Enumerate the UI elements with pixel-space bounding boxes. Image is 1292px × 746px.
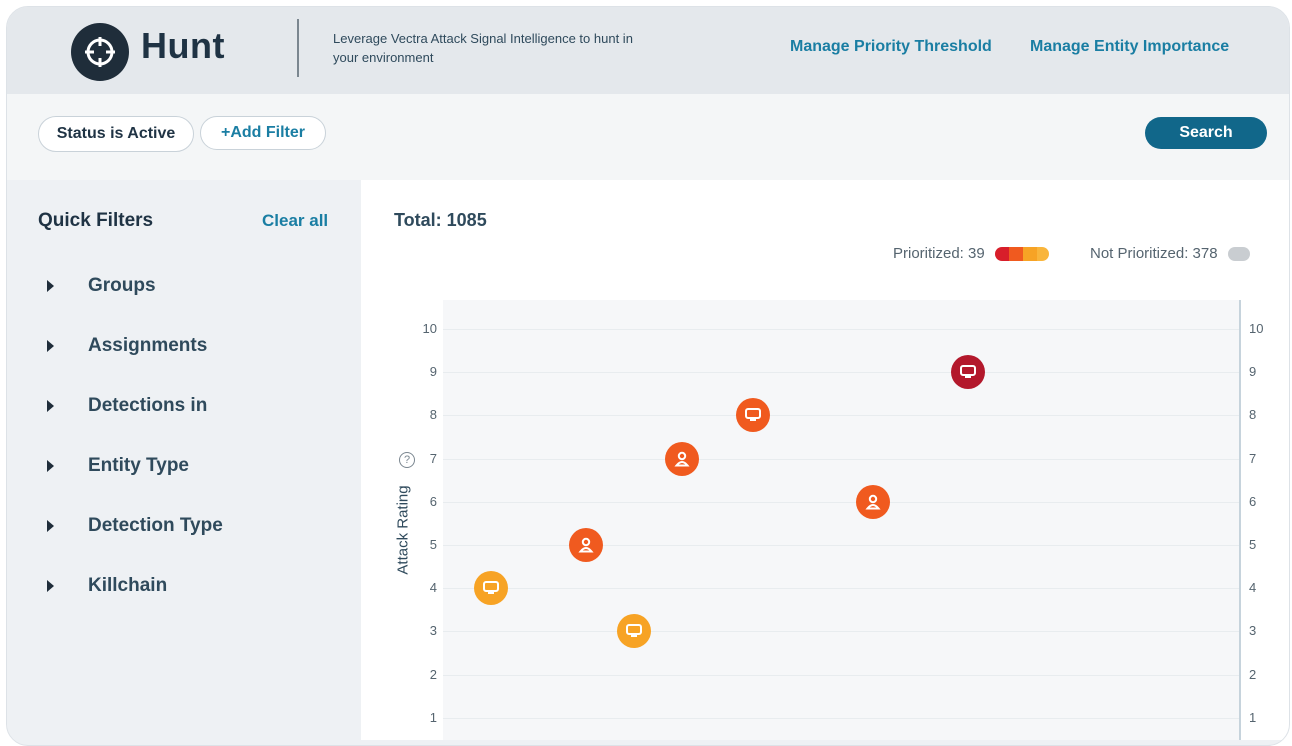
app-title: Hunt — [141, 25, 225, 66]
y-tick-label-right: 2 — [1249, 666, 1257, 682]
not-prioritized-color-swatch — [1227, 246, 1250, 261]
account-entity-point[interactable] — [855, 484, 890, 519]
user-icon — [578, 537, 594, 553]
quick-filter-label: Detections in — [88, 395, 208, 416]
y-tick-label-left: 8 — [429, 407, 437, 423]
header: Hunt Leverage Vectra Attack Signal Intel… — [7, 7, 1289, 94]
prioritized-color-swatch — [994, 246, 1049, 261]
y-tick-label-left: 1 — [429, 709, 437, 725]
grid-line — [443, 588, 1239, 590]
quick-filter-killchain[interactable]: Killchain — [47, 572, 167, 600]
grid-line — [443, 372, 1239, 374]
user-icon — [674, 451, 690, 467]
y-axis-label: Attack Rating — [394, 485, 412, 575]
y-tick-label-left: 2 — [429, 666, 437, 682]
add-filter-button[interactable]: +Add Filter — [200, 116, 326, 150]
monitor-icon — [626, 624, 643, 638]
legend-prioritized[interactable]: Prioritized: 39 — [893, 245, 1049, 262]
y-tick-label-right: 9 — [1249, 364, 1257, 380]
account-entity-point[interactable] — [569, 528, 604, 562]
monitor-icon — [960, 365, 977, 379]
host-entity-point[interactable] — [951, 355, 986, 390]
quick-filter-entity-type[interactable]: Entity Type — [47, 452, 189, 480]
grid-line — [443, 415, 1239, 417]
monitor-icon — [482, 581, 499, 595]
app-window: Hunt Leverage Vectra Attack Signal Intel… — [6, 6, 1290, 746]
y-tick-label-right: 10 — [1249, 321, 1264, 336]
status-filter-chip[interactable]: Status is Active — [38, 116, 194, 152]
host-entity-point[interactable] — [473, 571, 508, 606]
quick-filters-sidebar: Quick Filters Clear all Groups Assignmen… — [7, 180, 361, 740]
y-tick-label-right: 1 — [1249, 709, 1257, 725]
caret-right-icon — [47, 400, 54, 412]
y-tick-label-left: 9 — [429, 364, 437, 380]
crosshair-logo-icon — [71, 23, 129, 81]
legend-not-prioritized[interactable]: Not Prioritized: 378 — [1090, 245, 1250, 262]
grid-line — [443, 329, 1239, 330]
grid-line — [443, 631, 1239, 633]
y-tick-label-left: 10 — [422, 321, 437, 336]
y-tick-label-right: 5 — [1249, 537, 1257, 552]
clear-all-link[interactable]: Clear all — [262, 211, 328, 231]
quick-filter-assignments[interactable]: Assignments — [47, 332, 207, 360]
total-count: Total: 1085 — [394, 210, 487, 230]
grid-line — [443, 501, 1239, 503]
grid-line — [443, 458, 1239, 460]
account-entity-point[interactable] — [664, 441, 699, 476]
y-tick-label-left: 7 — [429, 450, 437, 466]
y-tick-label-right: 3 — [1249, 623, 1257, 639]
manage-entity-importance-link[interactable]: Manage Entity Importance — [1030, 38, 1229, 56]
quick-filter-label: Killchain — [88, 575, 168, 596]
plot-right-border — [1239, 300, 1241, 740]
caret-right-icon — [47, 340, 54, 352]
y-tick-label-right: 8 — [1249, 407, 1257, 423]
quick-filter-label: Assignments — [88, 335, 208, 356]
caret-right-icon — [47, 280, 54, 292]
caret-right-icon — [47, 580, 54, 592]
quick-filter-groups[interactable]: Groups — [47, 272, 156, 300]
search-button[interactable]: Search — [1145, 117, 1267, 149]
monitor-icon — [745, 408, 762, 422]
y-tick-label-left: 3 — [429, 623, 437, 639]
manage-priority-threshold-link[interactable]: Manage Priority Threshold — [790, 38, 992, 56]
y-tick-label-right: 4 — [1249, 580, 1257, 596]
grid-line — [443, 545, 1239, 546]
quick-filter-label: Groups — [88, 275, 156, 296]
filter-bar: Status is Active +Add Filter Search — [7, 94, 1289, 180]
legend-prioritized-label: Prioritized: 39 — [893, 245, 985, 262]
y-tick-label-left: 4 — [429, 580, 437, 596]
quick-filter-label: Entity Type — [88, 455, 189, 476]
header-divider — [297, 19, 299, 77]
caret-right-icon — [47, 520, 54, 532]
host-entity-point[interactable] — [736, 398, 771, 433]
quick-filter-label: Detection Type — [88, 515, 223, 536]
host-entity-point[interactable] — [617, 614, 652, 649]
caret-right-icon — [47, 460, 54, 472]
chart-panel: Total: 1085 Prioritized: 39 Not Prioriti… — [361, 180, 1289, 740]
y-tick-label-left: 5 — [429, 537, 437, 552]
y-tick-label-right: 7 — [1249, 450, 1257, 466]
user-icon — [865, 494, 881, 510]
quick-filter-detection-type[interactable]: Detection Type — [47, 512, 223, 540]
grid-line — [443, 717, 1239, 719]
grid-line — [443, 674, 1239, 676]
quick-filter-detections-in[interactable]: Detections in — [47, 392, 207, 420]
y-tick-label-left: 6 — [429, 493, 437, 509]
y-tick-label-right: 6 — [1249, 493, 1257, 509]
tagline: Leverage Vectra Attack Signal Intelligen… — [333, 31, 633, 65]
quick-filters-title: Quick Filters — [38, 210, 154, 231]
legend-not-prioritized-label: Not Prioritized: 378 — [1090, 245, 1218, 262]
